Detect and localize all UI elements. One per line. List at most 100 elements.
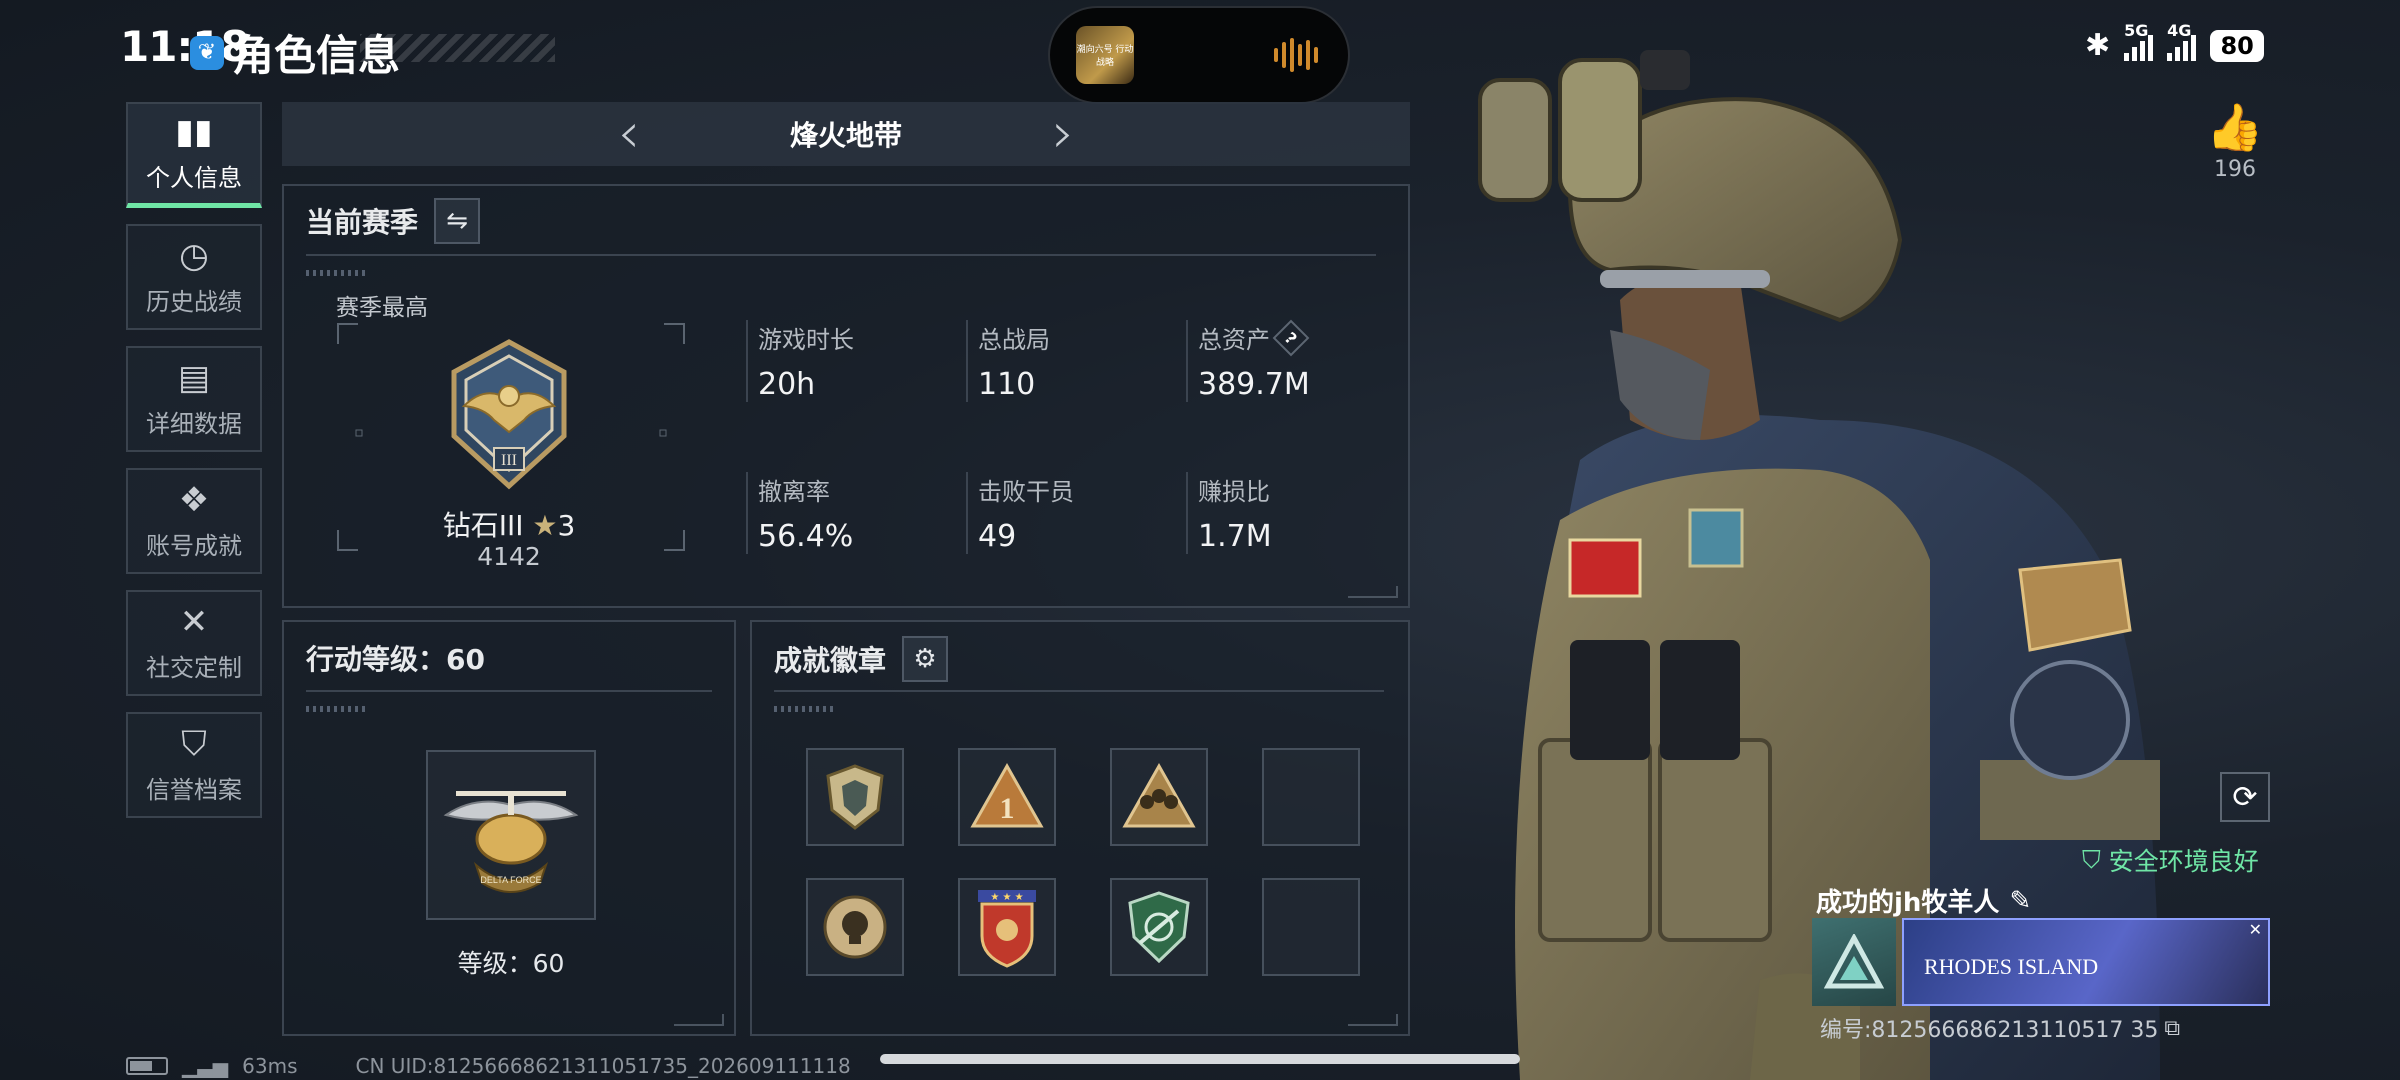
stat-label: 赚损比 (1198, 478, 1270, 506)
nav-item-credit[interactable]: ⛉ 信誉档案 (126, 712, 262, 818)
action-level-text: 等级：60 (457, 949, 565, 978)
stat-label: 总资产 (1198, 326, 1270, 354)
corner-decoration (1348, 1014, 1398, 1026)
stat-value: 389.7M (1198, 367, 1310, 402)
badge-slot-5[interactable] (806, 878, 904, 976)
badge-slot-1[interactable] (806, 748, 904, 846)
action-level-title: 行动等级：60 (306, 643, 485, 676)
rank-stars: 3 (557, 509, 576, 542)
badge-slot-2[interactable]: 1 (958, 748, 1056, 846)
rank-points: 4142 (477, 542, 541, 571)
audio-wave-icon (1274, 38, 1318, 72)
stat-value: 20h (758, 367, 816, 402)
stat-label: 总战局 (978, 326, 1050, 354)
nav-item-personal-info[interactable]: ▮▮ 个人信息 (126, 102, 262, 208)
team-emblem-icon (1812, 918, 1896, 1006)
season-best-label: 赛季最高 (336, 295, 428, 321)
stat-label: 击败干员 (978, 478, 1074, 506)
name-card[interactable]: RHODES ISLAND ✕ (1812, 918, 2270, 1006)
chevron-left-icon[interactable]: ‹ (618, 106, 640, 162)
home-indicator[interactable] (880, 1054, 1520, 1064)
stat-value: 110 (978, 367, 1036, 402)
like-count: 196 (2214, 157, 2256, 182)
folder-icon: ▤ (177, 357, 211, 398)
action-level-panel: 行动等级：60 DELTA FORCE 等级：60 (282, 620, 736, 1036)
badge-slot-6[interactable]: ★ ★ ★ (958, 878, 1056, 976)
player-id: 编号:812566686213110517 35 (1820, 1018, 2159, 1043)
player-name-row: 成功的jh牧羊人 ✎ (1816, 882, 2031, 919)
nav-label: 详细数据 (146, 409, 242, 438)
signal-5g-label: 5G (2124, 20, 2149, 40)
stat-total-assets: 总资产 ? 389.7M (1186, 319, 1310, 402)
skull-badge-icon (823, 895, 887, 959)
bar-chart-icon: ▮▮ (175, 112, 213, 152)
stat-label: 游戏时长 (758, 326, 854, 354)
nav-label: 个人信息 (146, 164, 242, 192)
edit-pencil-icon[interactable]: ✎ (2009, 886, 2031, 916)
rank-name: 钻石III (442, 509, 524, 542)
chevron-right-icon[interactable]: › (1052, 106, 1074, 162)
svg-text:III: III (501, 452, 517, 469)
badge-slot-3[interactable] (1110, 748, 1208, 846)
achievement-badges-panel: 成就徽章 ⚙ 1 ★ ★ ★ (750, 620, 1410, 1036)
rank-star-icon: ★ (532, 509, 558, 542)
player-id-row: 编号:812566686213110517 35 ⧉ (1820, 1012, 2180, 1044)
rank-one-badge-icon: 1 (970, 762, 1044, 828)
close-icon[interactable]: ✕ (2249, 920, 2262, 939)
swap-season-button[interactable]: ⇋ (434, 198, 481, 244)
nav-label: 社交定制 (146, 653, 242, 682)
nav-item-achievements[interactable]: ❖ 账号成就 (126, 468, 262, 574)
thumbs-up-icon: 👍 (2206, 100, 2264, 154)
nav-item-social[interactable]: ✕ 社交定制 (126, 590, 262, 696)
shield-icon: ⛉ (181, 723, 207, 764)
badge-slot-7[interactable] (1110, 878, 1208, 976)
footer-status: ▁▃▅ 63ms CN UID:812566686213110517​35_20… (126, 1054, 851, 1078)
mode-switcher: ‹ 烽火地带 › (282, 102, 1410, 166)
rifle-badge-icon (1128, 891, 1190, 964)
player-name: 成功的jh牧羊人 (1816, 888, 2000, 918)
wifi-bars-icon: ▁▃▅ (182, 1054, 229, 1078)
helicopter-emblem-icon: DELTA FORCE (443, 791, 579, 893)
nav-label: 历史战绩 (146, 287, 242, 316)
uid-text: CN UID:812566686213110517​35_20260911111… (355, 1054, 851, 1078)
app-leaf-icon: ❦ (190, 35, 224, 70)
nav-label: 信誉档案 (146, 775, 242, 804)
like-widget[interactable]: 👍 196 (2200, 100, 2270, 182)
refresh-button[interactable]: ⟳ (2220, 772, 2270, 822)
svg-text:★ ★ ★: ★ ★ ★ (990, 892, 1023, 903)
stat-value: 1.7M (1198, 519, 1272, 554)
dynamic-island[interactable]: 潮向六号 行动战略 (1048, 6, 1350, 104)
tools-icon: ✕ (179, 601, 209, 642)
battery-small-icon (126, 1057, 168, 1075)
page-title: ❦ 角色信息 (190, 22, 400, 83)
history-icon: ◷ (179, 235, 209, 276)
copy-icon[interactable]: ⧉ (2164, 1016, 2180, 1041)
stat-extract-rate: 撤离率 56.4% (746, 472, 853, 554)
medal-icon: ❖ (178, 479, 210, 520)
side-nav: ▮▮ 个人信息 ◷ 历史战绩 ▤ 详细数据 ❖ 账号成就 ✕ 社交定制 ⛉ 信誉… (126, 102, 264, 834)
badge-slot-empty[interactable] (1262, 878, 1360, 976)
stat-total-matches: 总战局 110 (966, 320, 1050, 402)
squad-badge-icon (1122, 762, 1196, 828)
stat-value: 56.4% (758, 519, 854, 554)
nav-item-history[interactable]: ◷ 历史战绩 (126, 224, 262, 330)
rank-name-row: 钻石III ★3 (384, 504, 634, 544)
stat-value: 49 (978, 519, 1017, 554)
corner-decoration (1348, 586, 1398, 598)
nav-item-detailed-data[interactable]: ▤ 详细数据 (126, 346, 262, 452)
signal-4g-label: 4G (2167, 20, 2192, 40)
shield-check-icon: ⛉ (2082, 845, 2101, 874)
safety-status: ⛉ 安全环境良好 (2082, 842, 2259, 878)
mode-title: 烽火地带 (789, 119, 902, 152)
rank-eagle-icon: III (451, 339, 567, 490)
corner-decoration (674, 1014, 724, 1026)
help-icon[interactable]: ? (1272, 319, 1310, 356)
badge-slot-empty[interactable] (1262, 748, 1360, 846)
stat-operators-defeated: 击败干员 49 (966, 472, 1074, 554)
badge-settings-button[interactable]: ⚙ (902, 636, 949, 682)
shield-badge-icon (826, 764, 884, 830)
svg-text:1: 1 (1000, 792, 1015, 825)
stat-label: 撤离率 (758, 478, 830, 506)
safety-text: 安全环境良好 (2108, 847, 2259, 876)
refresh-icon: ⟳ (2232, 779, 2258, 815)
